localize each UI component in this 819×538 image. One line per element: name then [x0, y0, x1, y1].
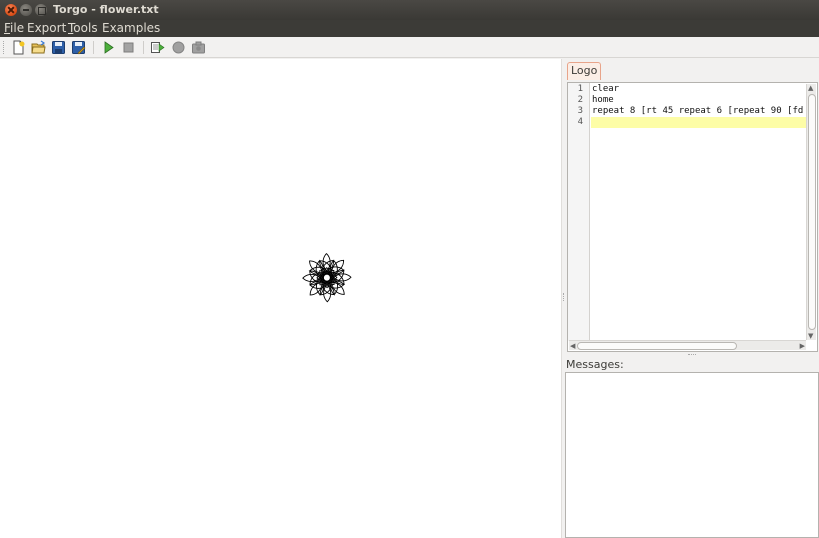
step-icon[interactable]	[150, 40, 165, 55]
new-file-icon[interactable]	[11, 40, 26, 55]
messages-output	[565, 372, 819, 538]
minimize-window-button[interactable]	[20, 4, 32, 16]
toolbar-grip[interactable]	[3, 41, 5, 54]
menu-bar: File Export Tools Examples	[0, 20, 819, 37]
line-number-gutter: 1 2 3 4	[568, 83, 590, 341]
line-number: 3	[577, 106, 583, 116]
title-bar: Torgo - flower.txt	[0, 0, 819, 20]
code-line[interactable]: repeat 8 [rt 45 repeat 6 [repeat 90 [fd …	[592, 106, 814, 116]
save-icon[interactable]	[51, 40, 66, 55]
maximize-window-button[interactable]	[35, 4, 47, 16]
current-line-highlight	[591, 117, 806, 128]
turtle-canvas[interactable]	[0, 59, 561, 538]
horizontal-scroll-thumb[interactable]	[577, 342, 737, 350]
horizontal-splitter-grip[interactable]	[688, 354, 696, 356]
open-folder-icon[interactable]	[31, 40, 46, 55]
toolbar-separator	[143, 41, 144, 54]
flower-drawing	[302, 252, 352, 303]
toolbar-separator	[93, 41, 94, 54]
code-line[interactable]: clear	[592, 84, 619, 94]
splitter-grip-icon	[563, 293, 565, 301]
turtle-path	[302, 252, 352, 303]
line-number: 1	[577, 84, 583, 94]
scroll-right-icon[interactable]: ▶	[800, 342, 805, 350]
vertical-scroll-thumb[interactable]	[808, 94, 816, 330]
messages-label: Messages:	[566, 358, 624, 371]
save-as-icon[interactable]	[71, 40, 86, 55]
torgo-window: Torgo - flower.txt File Export Tools Exa…	[0, 0, 819, 538]
stop-icon[interactable]	[121, 40, 136, 55]
code-editor[interactable]: 1 2 3 4 clear home repeat 8 [rt 45 repea…	[567, 82, 818, 352]
close-window-button[interactable]	[5, 4, 17, 16]
record-icon[interactable]	[171, 40, 186, 55]
camera-icon[interactable]	[191, 40, 206, 55]
code-line[interactable]: home	[592, 95, 614, 105]
scroll-down-icon[interactable]: ▼	[808, 332, 813, 340]
window-title: Torgo - flower.txt	[53, 3, 159, 16]
menu-examples[interactable]: Examples	[102, 21, 160, 35]
menu-export[interactable]: Export	[27, 21, 66, 35]
editor-horizontal-scrollbar[interactable]: ◀ ▶	[569, 340, 806, 350]
tab-logo[interactable]: Logo	[567, 62, 602, 80]
run-icon[interactable]	[101, 40, 116, 55]
line-number: 2	[577, 95, 583, 105]
toolbar	[0, 37, 819, 58]
scroll-up-icon[interactable]: ▲	[808, 84, 813, 92]
menu-file[interactable]: File	[4, 21, 24, 35]
line-number: 4	[577, 117, 583, 127]
scroll-left-icon[interactable]: ◀	[570, 342, 575, 350]
editor-vertical-scrollbar[interactable]: ▲ ▼	[806, 84, 816, 340]
menu-tools[interactable]: Tools	[68, 21, 98, 35]
